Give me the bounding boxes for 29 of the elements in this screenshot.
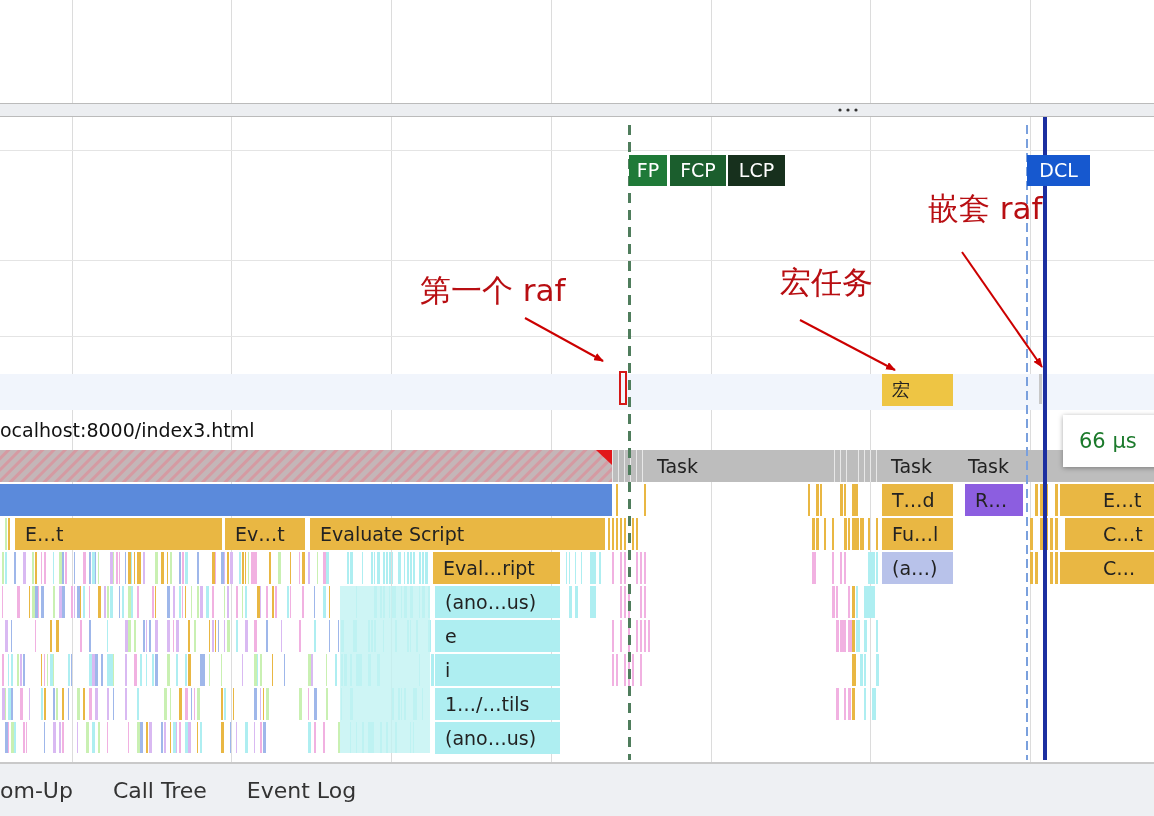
timing-marker[interactable]: DCL (1027, 155, 1090, 186)
flame-block[interactable]: Eval…ript (433, 552, 560, 584)
user-timing-block[interactable] (1039, 374, 1042, 404)
flame-block[interactable]: (ano…us) (435, 722, 560, 754)
panel-tab[interactable]: Call Tree (112, 777, 207, 803)
flame-block[interactable]: Evaluate Script (310, 518, 605, 550)
flame-block[interactable]: (ano…us) (435, 586, 560, 618)
annotation-text: 嵌套 raf (928, 191, 1043, 226)
tooltip-duration: 66 μs (1079, 429, 1137, 453)
flame-block[interactable]: R… (965, 484, 1023, 516)
flame-block[interactable]: 1…/…tils (435, 688, 560, 720)
drag-handle-icon[interactable] (838, 108, 858, 112)
panel-tab[interactable]: Event Log (246, 777, 357, 803)
annotation-text: 宏任务 (780, 265, 873, 300)
flame-block[interactable]: i (435, 654, 560, 686)
timing-marker[interactable]: LCP (728, 155, 785, 186)
flame-block[interactable]: e (435, 620, 560, 652)
flame-block[interactable]: T…d (882, 484, 953, 516)
timing-marker[interactable]: FCP (670, 155, 726, 186)
flame-block[interactable]: Ev…t (225, 518, 305, 550)
flame-block[interactable]: E…t (15, 518, 222, 550)
raf-event-box (619, 371, 627, 405)
panel-tab[interactable]: om-Up (0, 777, 73, 803)
flame-block[interactable]: Fu…l (882, 518, 953, 550)
timing-marker[interactable]: FP (629, 155, 667, 186)
flame-block[interactable]: (a…) (882, 552, 953, 584)
user-timing-block[interactable]: 宏 (882, 374, 953, 406)
track-title: ocalhost:8000/index3.html (0, 419, 255, 441)
annotation-text: 第一个 raf (420, 273, 566, 308)
